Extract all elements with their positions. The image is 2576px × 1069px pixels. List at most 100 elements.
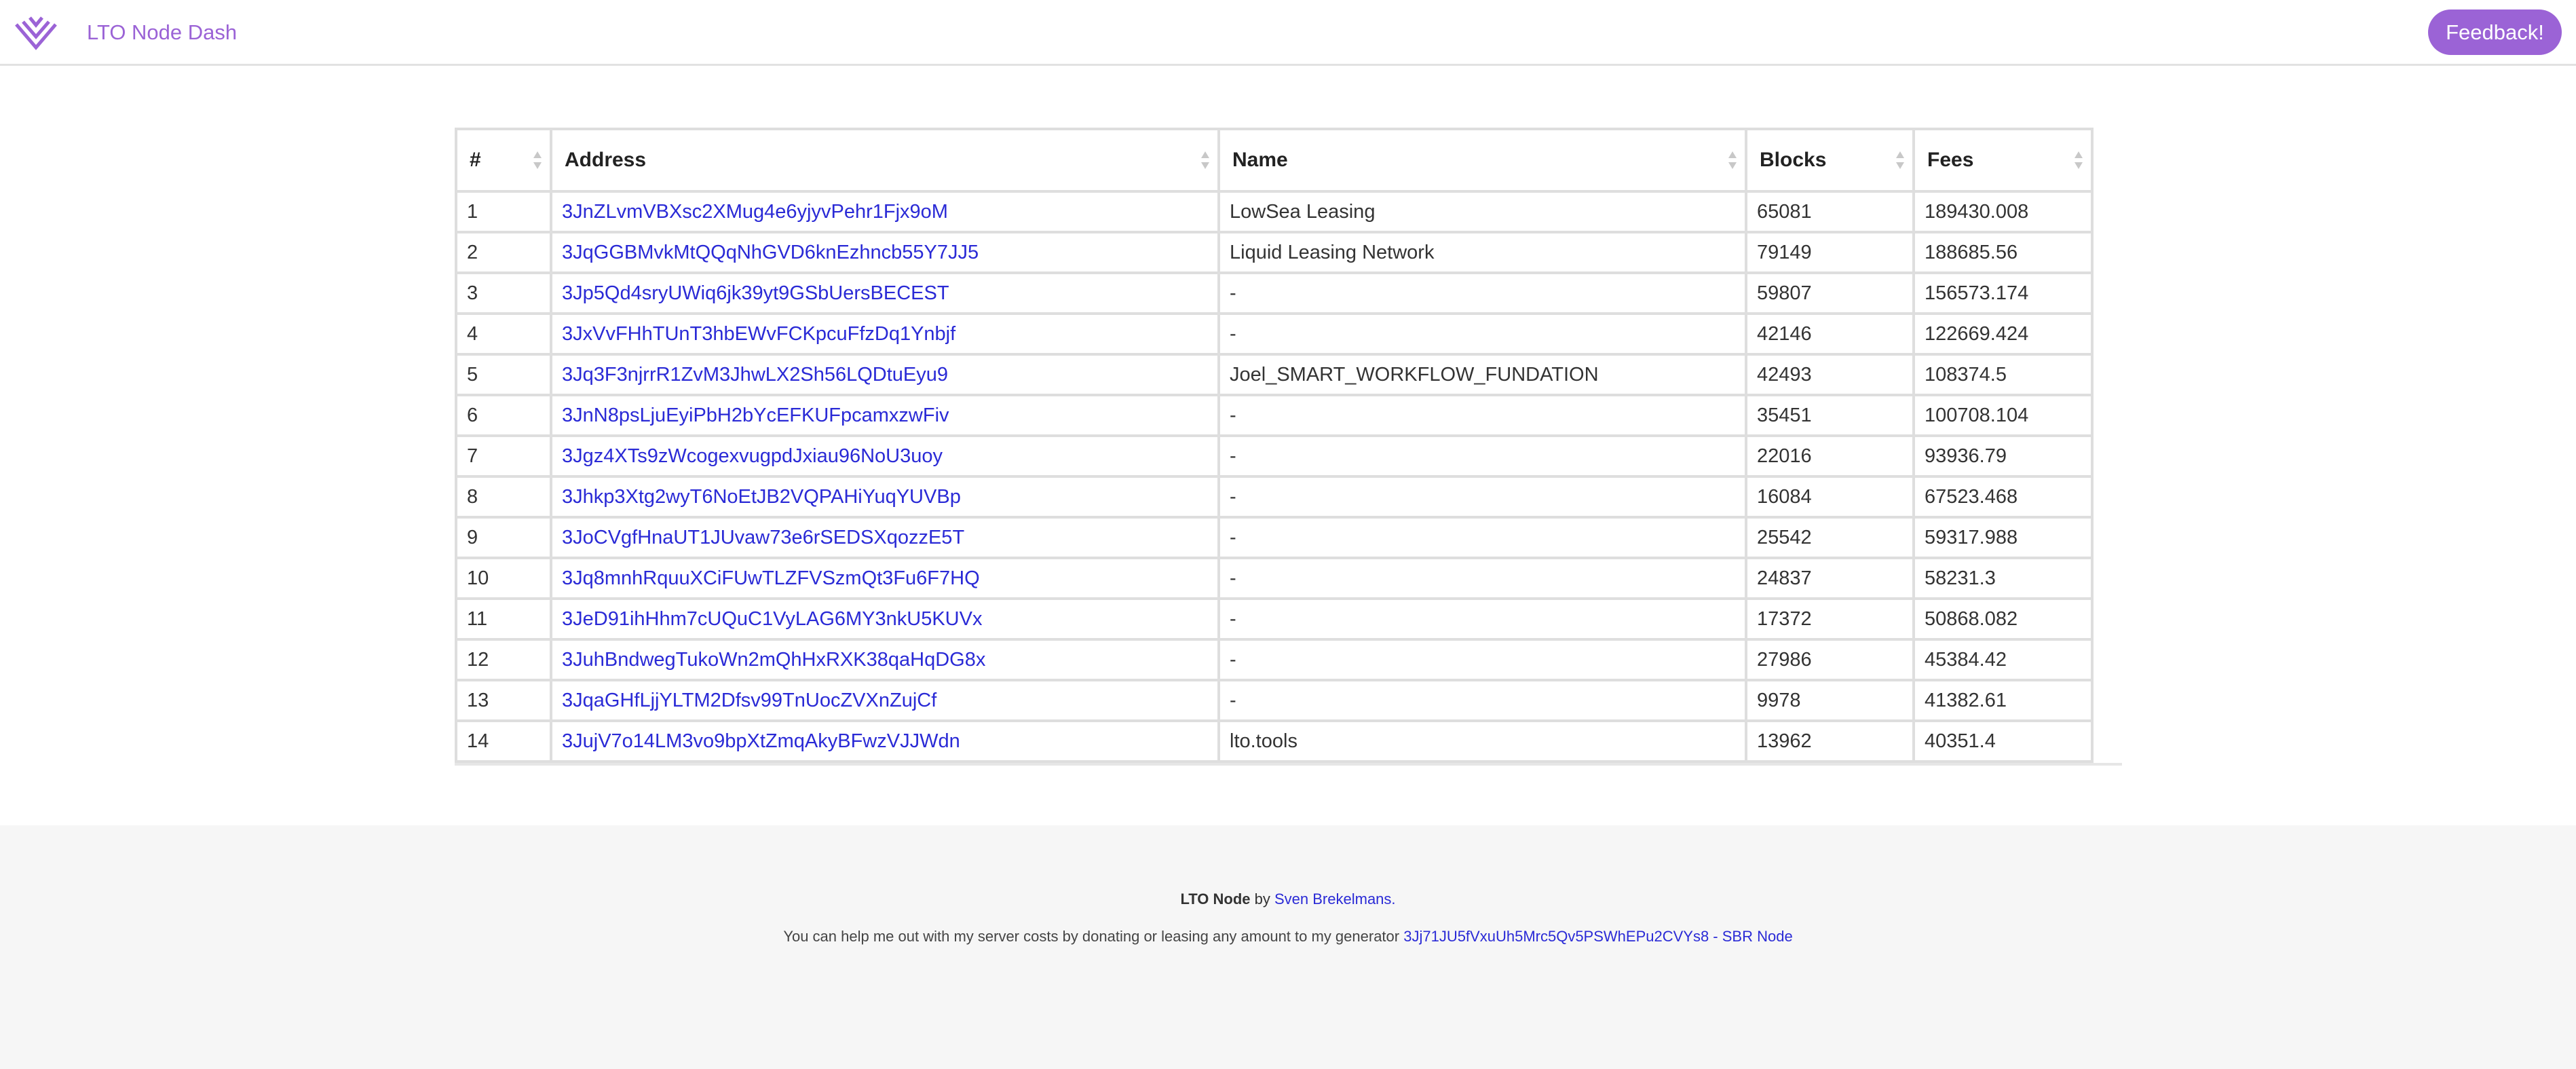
cell-fees: 93936.79 xyxy=(1912,434,2094,478)
cell-name: - xyxy=(1217,434,1747,478)
address-link[interactable]: 3JuhBndwegTukoWn2mQhHxRXK38qaHqDG8x xyxy=(562,649,985,671)
header-label: Fees xyxy=(1927,149,1974,171)
sort-icon xyxy=(533,151,542,169)
cell-fees: 67523.468 xyxy=(1912,475,2094,519)
cell-rank: 7 xyxy=(455,434,552,478)
address-link[interactable]: 3JnZLvmVBXsc2XMug4e6yjyvPehr1Fjx9oM xyxy=(562,201,948,223)
sort-icon xyxy=(1201,151,1209,169)
table-row: 12 3JuhBndwegTukoWn2mQhHxRXK38qaHqDG8x -… xyxy=(455,638,2094,681)
cell-rank: 4 xyxy=(455,312,552,356)
sort-icon xyxy=(2075,151,2083,169)
cell-name: - xyxy=(1217,557,1747,600)
cell-name: - xyxy=(1217,271,1747,315)
cell-address: 3Jq3F3njrrR1ZvM3JhwLX2Sh56LQDtuEyu9 xyxy=(550,353,1220,396)
cell-fees: 100708.104 xyxy=(1912,394,2094,437)
address-link[interactable]: 3JqGGBMvkMtQQqNhGVD6knEzhncb55Y7JJ5 xyxy=(562,242,979,263)
cell-address: 3JeD91ihHhm7cUQuC1VyLAG6MY3nkU5KUVx xyxy=(550,597,1220,641)
cell-address: 3JujV7o14LM3vo9bpXtZmqAkyBFwzVJJWdn xyxy=(550,719,1220,763)
address-link[interactable]: 3Jq8mnhRquuXCiFUwTLZFVSzmQt3Fu6F7HQ xyxy=(562,567,980,589)
cell-address: 3Jp5Qd4sryUWiq6jk39yt9GSbUersBECEST xyxy=(550,271,1220,315)
address-link[interactable]: 3JnN8psLjuEyiPbH2bYcEFKUFpcamxzwFiv xyxy=(562,405,949,426)
address-link[interactable]: 3JxVvFHhTUnT3hbEWvFCKpcuFfzDq1Ynbjf xyxy=(562,323,955,345)
address-link[interactable]: 3JeD91ihHhm7cUQuC1VyLAG6MY3nkU5KUVx xyxy=(562,608,982,630)
cell-name: Joel_SMART_WORKFLOW_FUNDATION xyxy=(1217,353,1747,396)
cell-address: 3Jq8mnhRquuXCiFUwTLZFVSzmQt3Fu6F7HQ xyxy=(550,557,1220,600)
author-link[interactable]: Sven Brekelmans. xyxy=(1274,890,1396,907)
lto-logo-icon[interactable] xyxy=(14,14,58,52)
cell-blocks: 17372 xyxy=(1745,597,1915,641)
column-header-rank[interactable]: # xyxy=(455,128,552,193)
header-label: Address xyxy=(565,149,647,171)
cell-fees: 122669.424 xyxy=(1912,312,2094,356)
donate-text: You can help me out with my server costs… xyxy=(783,928,1404,945)
cell-rank: 3 xyxy=(455,271,552,315)
cell-name: - xyxy=(1217,394,1747,437)
address-link[interactable]: 3Jgz4XTs9zWcogexvugpdJxiau96NoU3uoy xyxy=(562,445,943,467)
cell-fees: 41382.61 xyxy=(1912,679,2094,722)
cell-fees: 40351.4 xyxy=(1912,719,2094,763)
brand-link[interactable]: LTO Node Dash xyxy=(87,20,237,45)
column-header-address[interactable]: Address xyxy=(550,128,1220,193)
address-link[interactable]: 3JoCVgfHnaUT1JUvaw73e6rSEDSXqozzE5T xyxy=(562,527,964,548)
table-row: 11 3JeD91ihHhm7cUQuC1VyLAG6MY3nkU5KUVx -… xyxy=(455,597,2094,641)
address-link[interactable]: 3Jhkp3Xtg2wyT6NoEtJB2VQPAHiYuqYUVBp xyxy=(562,486,961,508)
table-row: 4 3JxVvFHhTUnT3hbEWvFCKpcuFfzDq1Ynbjf - … xyxy=(455,312,2094,356)
cell-fees: 59317.988 xyxy=(1912,516,2094,559)
column-header-name[interactable]: Name xyxy=(1217,128,1747,193)
header-label: Name xyxy=(1232,149,1288,171)
cell-name: - xyxy=(1217,312,1747,356)
cell-name: - xyxy=(1217,638,1747,681)
nodes-table: # Address Name Blocks Fees 1 3JnZLvmVBXs… xyxy=(455,128,2094,763)
cell-blocks: 24837 xyxy=(1745,557,1915,600)
horizontal-scrollbar[interactable] xyxy=(455,763,2122,766)
cell-rank: 5 xyxy=(455,353,552,396)
cell-rank: 11 xyxy=(455,597,552,641)
table-header-row: # Address Name Blocks Fees xyxy=(455,128,2094,193)
table-row: 7 3Jgz4XTs9zWcogexvugpdJxiau96NoU3uoy - … xyxy=(455,434,2094,478)
cell-rank: 2 xyxy=(455,231,552,274)
footer-donate: You can help me out with my server costs… xyxy=(0,928,2576,945)
column-header-fees[interactable]: Fees xyxy=(1912,128,2094,193)
cell-blocks: 13962 xyxy=(1745,719,1915,763)
footer: LTO Node by Sven Brekelmans. You can hel… xyxy=(0,825,2576,1069)
cell-name: - xyxy=(1217,516,1747,559)
table-row: 14 3JujV7o14LM3vo9bpXtZmqAkyBFwzVJJWdn l… xyxy=(455,719,2094,763)
feedback-button[interactable]: Feedback! xyxy=(2428,10,2562,55)
cell-blocks: 42493 xyxy=(1745,353,1915,396)
cell-fees: 50868.082 xyxy=(1912,597,2094,641)
address-link[interactable]: 3Jq3F3njrrR1ZvM3JhwLX2Sh56LQDtuEyu9 xyxy=(562,364,948,386)
cell-fees: 45384.42 xyxy=(1912,638,2094,681)
table-row: 2 3JqGGBMvkMtQQqNhGVD6knEzhncb55Y7JJ5 Li… xyxy=(455,231,2094,274)
column-header-blocks[interactable]: Blocks xyxy=(1745,128,1915,193)
cell-name: - xyxy=(1217,475,1747,519)
table-row: 13 3JqaGHfLjjYLTM2Dfsv99TnUocZVXnZujCf -… xyxy=(455,679,2094,722)
table-row: 5 3Jq3F3njrrR1ZvM3JhwLX2Sh56LQDtuEyu9 Jo… xyxy=(455,353,2094,396)
cell-blocks: 35451 xyxy=(1745,394,1915,437)
sort-icon xyxy=(1728,151,1737,169)
table-row: 6 3JnN8psLjuEyiPbH2bYcEFKUFpcamxzwFiv - … xyxy=(455,394,2094,437)
cell-name: Liquid Leasing Network xyxy=(1217,231,1747,274)
address-link[interactable]: 3JujV7o14LM3vo9bpXtZmqAkyBFwzVJJWdn xyxy=(562,730,960,752)
cell-blocks: 22016 xyxy=(1745,434,1915,478)
cell-rank: 1 xyxy=(455,190,552,233)
address-link[interactable]: 3Jp5Qd4sryUWiq6jk39yt9GSbUersBECEST xyxy=(562,282,949,304)
generator-address-link[interactable]: 3Jj71JU5fVxuUh5Mrc5Qv5PSWhEPu2CVYs8 - SB… xyxy=(1403,928,1792,945)
cell-address: 3JnZLvmVBXsc2XMug4e6yjyvPehr1Fjx9oM xyxy=(550,190,1220,233)
cell-address: 3Jgz4XTs9zWcogexvugpdJxiau96NoU3uoy xyxy=(550,434,1220,478)
cell-rank: 6 xyxy=(455,394,552,437)
header-label: Blocks xyxy=(1760,149,1827,171)
cell-fees: 189430.008 xyxy=(1912,190,2094,233)
cell-rank: 12 xyxy=(455,638,552,681)
nodes-table-container[interactable]: # Address Name Blocks Fees 1 3JnZLvmVBXs… xyxy=(455,128,2122,764)
cell-rank: 9 xyxy=(455,516,552,559)
cell-blocks: 65081 xyxy=(1745,190,1915,233)
cell-rank: 10 xyxy=(455,557,552,600)
header-label: # xyxy=(470,149,481,171)
table-row: 1 3JnZLvmVBXsc2XMug4e6yjyvPehr1Fjx9oM Lo… xyxy=(455,190,2094,233)
cell-name: lto.tools xyxy=(1217,719,1747,763)
table-row: 3 3Jp5Qd4sryUWiq6jk39yt9GSbUersBECEST - … xyxy=(455,271,2094,315)
cell-address: 3JqGGBMvkMtQQqNhGVD6knEzhncb55Y7JJ5 xyxy=(550,231,1220,274)
sort-icon xyxy=(1896,151,1904,169)
cell-blocks: 27986 xyxy=(1745,638,1915,681)
address-link[interactable]: 3JqaGHfLjjYLTM2Dfsv99TnUocZVXnZujCf xyxy=(562,690,936,711)
